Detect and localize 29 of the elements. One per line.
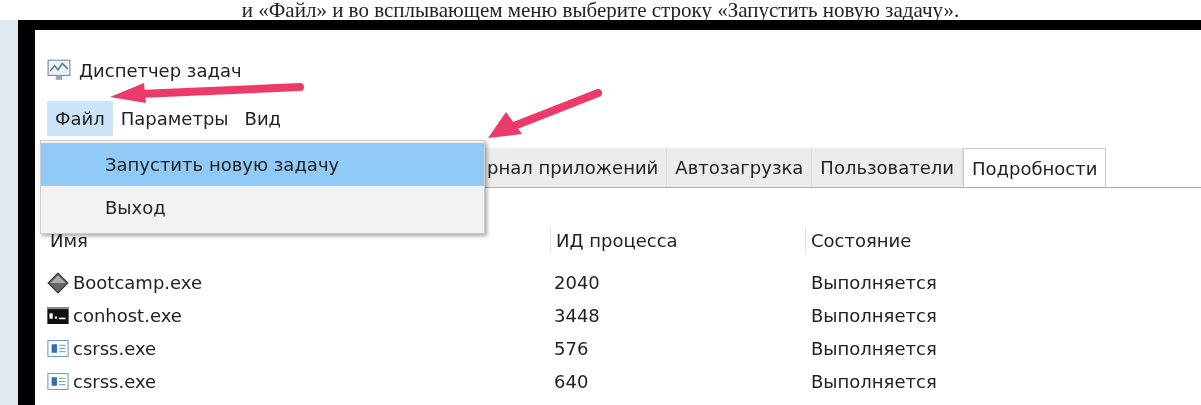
caption-text: и «Файл» и во всплывающем меню выберите строку «Запустить новую задачу». (240, 0, 961, 20)
process-status: Выполняется (810, 370, 938, 394)
tab[interactable]: Автозагрузка (667, 148, 813, 187)
monitor-graph-icon (47, 59, 71, 81)
process-name: csrss.exe (73, 370, 157, 394)
process-id: 3448 (553, 304, 601, 328)
process-status: Выполняется (810, 337, 938, 361)
menu-item[interactable]: Параметры (112, 100, 237, 136)
menu-item[interactable]: Запустить новую задачу (41, 143, 484, 186)
window-icon (47, 373, 69, 390)
process-id: 576 (553, 337, 590, 361)
column-header[interactable]: Состояние (805, 227, 1201, 254)
menu-item[interactable]: Вид (236, 100, 290, 136)
process-id: 2040 (553, 271, 601, 295)
column-header[interactable]: ИД процесса (550, 227, 805, 254)
process-id: 640 (553, 370, 590, 394)
tab[interactable]: Подробности (963, 148, 1107, 187)
menu-item[interactable]: Выход (41, 186, 484, 229)
process-status: Выполняется (810, 271, 938, 295)
process-status: Выполняется (810, 304, 938, 328)
process-name: conhost.exe (73, 304, 182, 328)
tab[interactable]: Пользователи (812, 148, 963, 187)
menu-item[interactable]: Файл (47, 100, 113, 136)
console-icon (47, 307, 69, 324)
process-name: csrss.exe (73, 337, 157, 361)
window-title: Диспетчер задач (79, 58, 242, 83)
window-icon (47, 340, 69, 357)
diamond-icon (47, 271, 69, 294)
process-name: Bootcamp.exe (73, 271, 202, 295)
